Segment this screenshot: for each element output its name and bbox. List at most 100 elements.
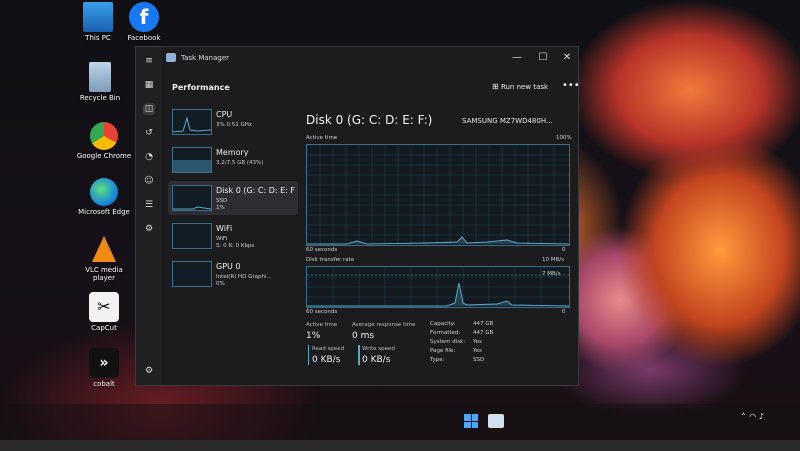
cobalt-icon: » <box>89 348 119 378</box>
capcut-icon: ✂ <box>89 292 119 322</box>
active-time-stat-label: Active time <box>306 322 338 328</box>
settings-icon[interactable]: ⚙ <box>143 365 155 377</box>
desktop-icon-cobalt[interactable]: » cobalt <box>76 348 132 388</box>
desktop-icon-chrome[interactable]: Google Chrome <box>76 122 132 160</box>
transfer-graph-max: 10 MB/s <box>542 257 564 263</box>
prop-key-formatted: Formatted: <box>430 330 461 336</box>
system-tray-icons[interactable]: ⌃ ◠ ♪ <box>740 412 764 421</box>
perf-item-name: Disk 0 (G: C: D: E: F <box>216 186 296 195</box>
transfer-rate-graph-svg <box>307 267 570 307</box>
vlc-icon <box>92 236 116 262</box>
perf-item-name: CPU <box>216 110 233 119</box>
minimize-button[interactable]: — <box>510 51 524 65</box>
prop-key-capacity: Capacity: <box>430 321 456 327</box>
prop-key-type: Type: <box>430 357 445 363</box>
active-time-stat-value: 1% <box>306 331 321 341</box>
app-history-icon[interactable]: ↺ <box>143 127 155 139</box>
disk-thumbnail-graph <box>172 185 212 211</box>
start-button[interactable] <box>464 414 478 428</box>
disk-detail-pane: Disk 0 (G: C: D: E: F:) SAMSUNG MZ7WD480… <box>306 113 574 381</box>
title-bar[interactable]: Task Manager — ☐ ✕ <box>136 47 578 69</box>
cpu-thumbnail-graph <box>172 109 212 135</box>
active-time-graph-svg <box>307 145 570 245</box>
perf-item-disk-0[interactable]: Disk 0 (G: C: D: E: F SSD 1% <box>168 181 298 215</box>
desktop-icon-edge[interactable]: Microsoft Edge <box>76 178 132 216</box>
screen-bezel <box>0 440 800 451</box>
transfer-graph-label: Disk transfer rate <box>306 257 355 263</box>
active-time-graph <box>306 144 570 246</box>
perf-item-name: WiFi <box>216 224 233 233</box>
prop-key-system-disk: System disk: <box>430 339 466 345</box>
perf-item-name: GPU 0 <box>216 262 241 271</box>
services-icon[interactable]: ⚙ <box>143 223 155 235</box>
facebook-icon: f <box>129 2 159 32</box>
chrome-icon <box>90 122 118 150</box>
graph1-min-label: 0 <box>562 247 566 253</box>
graph2-time-label: 60 seconds <box>306 309 338 315</box>
transfer-mark-label: 7 MB/s <box>542 271 561 277</box>
desktop-icon-recycle-bin[interactable]: Recycle Bin <box>72 62 128 102</box>
window-title: Task Manager <box>181 54 230 62</box>
perf-item-cpu[interactable]: CPU 3% 0.51 GHz <box>168 105 298 139</box>
disk-model: SAMSUNG MZ7WD480H... <box>462 117 553 125</box>
close-button[interactable]: ✕ <box>560 51 574 65</box>
graph2-min-label: 0 <box>562 309 566 315</box>
perf-item-sub-line2: 1% <box>216 205 225 211</box>
perf-item-sub-line1: SSD <box>216 198 228 204</box>
perf-item-sub: 3% 0.51 GHz <box>216 122 252 128</box>
perf-item-gpu-0[interactable]: GPU 0 Intel(R) HD Graphi... 0% <box>168 257 298 291</box>
maximize-button[interactable]: ☐ <box>536 51 550 65</box>
desktop-icon-facebook[interactable]: f Facebook <box>116 2 172 42</box>
perf-item-sub-line1: WiFi <box>216 236 228 242</box>
perf-item-name: Memory <box>216 148 249 157</box>
edge-icon <box>90 178 118 206</box>
perf-item-sub: SSD 1% <box>216 198 227 212</box>
read-speed-label: Read speed <box>312 346 345 352</box>
graph1-time-label: 60 seconds <box>306 247 338 253</box>
disk-title: Disk 0 (G: C: D: E: F:) <box>306 113 433 127</box>
perf-item-sub-line2: S: 0 R: 0 Kbps <box>216 243 255 249</box>
prop-value-type: SSD <box>473 357 485 363</box>
transfer-rate-graph <box>306 266 570 308</box>
prop-value-capacity: 447 GB <box>473 321 494 327</box>
memory-thumbnail-graph <box>172 147 212 173</box>
task-manager-app-icon <box>166 53 176 62</box>
run-task-icon: ⊞ <box>492 82 499 91</box>
write-speed-marker <box>358 345 360 365</box>
processes-icon[interactable]: ▦ <box>143 79 155 91</box>
recycle-bin-icon <box>89 62 111 92</box>
perf-item-sub: WiFi S: 0 R: 0 Kbps <box>216 236 254 250</box>
prop-key-page-file: Page file: <box>430 348 456 354</box>
page-header: Performance ⊞ Run new task ••• <box>164 80 580 98</box>
run-new-task-button[interactable]: ⊞ Run new task <box>492 82 548 91</box>
perf-item-sub-line2: 0% <box>216 281 225 287</box>
active-time-graph-max: 100% <box>556 135 572 141</box>
startup-apps-icon[interactable]: ◔ <box>143 151 155 163</box>
wifi-thumbnail-graph <box>172 223 212 249</box>
task-manager-taskbar-icon[interactable] <box>488 414 504 428</box>
avg-response-stat-value: 0 ms <box>352 331 375 341</box>
users-icon[interactable]: ☺ <box>143 175 155 187</box>
details-icon[interactable]: ☰ <box>143 199 155 211</box>
performance-icon[interactable]: ◫ <box>143 103 155 115</box>
desktop-icon-vlc[interactable]: VLC media player <box>76 236 132 282</box>
desktop-icon-capcut[interactable]: ✂ CapCut <box>76 292 132 332</box>
task-manager-window[interactable]: ≡ ▦ ◫ ↺ ◔ ☺ ☰ ⚙ ⚙ Task Manager — ☐ ✕ Per… <box>135 46 580 386</box>
perf-item-wifi[interactable]: WiFi WiFi S: 0 R: 0 Kbps <box>168 219 298 253</box>
run-new-task-label: Run new task <box>500 83 549 91</box>
avg-response-stat-label: Average response time <box>352 322 416 328</box>
write-speed-label: Write speed <box>362 346 395 352</box>
perf-item-sub: Intel(R) HD Graphi... 0% <box>216 274 272 288</box>
page-title: Performance <box>172 83 230 92</box>
perf-item-memory[interactable]: Memory 3.2/7.5 GB (43%) <box>168 143 298 177</box>
prop-value-page-file: Yes <box>473 348 482 354</box>
write-speed-value: 0 KB/s <box>362 355 391 365</box>
taskbar: ⌃ ◠ ♪ <box>0 404 800 440</box>
read-speed-marker <box>308 345 309 365</box>
perf-item-sub: 3.2/7.5 GB (43%) <box>216 160 264 166</box>
monitor-icon <box>83 2 113 32</box>
perf-item-sub-line1: Intel(R) HD Graphi... <box>216 274 272 280</box>
prop-value-system-disk: Yes <box>473 339 482 345</box>
more-options-button[interactable]: ••• <box>562 80 580 91</box>
gpu-thumbnail-graph <box>172 261 212 287</box>
